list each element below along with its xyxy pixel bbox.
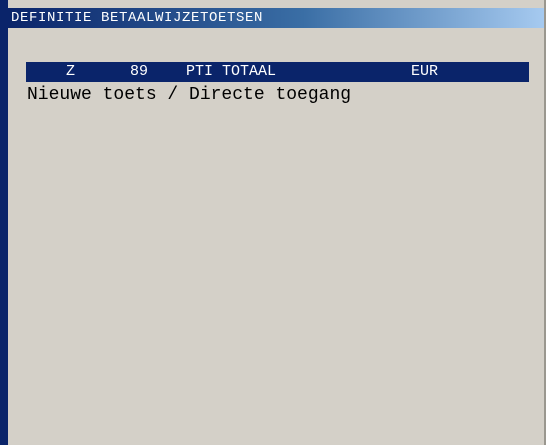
new-key-direct-access-item[interactable]: Nieuwe toets / Directe toegang — [27, 84, 351, 106]
payment-key-definition-window: DEFINITIE BETAALWIJZETOETSEN Z 89 PTI TO… — [0, 0, 546, 445]
title-bar[interactable]: DEFINITIE BETAALWIJZETOETSEN — [8, 8, 544, 28]
row-code: Z — [66, 63, 76, 80]
window-title: DEFINITIE BETAALWIJZETOETSEN — [11, 10, 264, 26]
row-description: PTI TOTAAL — [186, 63, 277, 80]
payment-key-row-selected[interactable]: Z 89 PTI TOTAAL EUR — [26, 62, 529, 82]
row-number: 89 — [130, 63, 149, 80]
row-currency: EUR — [411, 63, 439, 80]
left-window-frame — [0, 0, 8, 445]
right-window-frame — [544, 0, 546, 445]
